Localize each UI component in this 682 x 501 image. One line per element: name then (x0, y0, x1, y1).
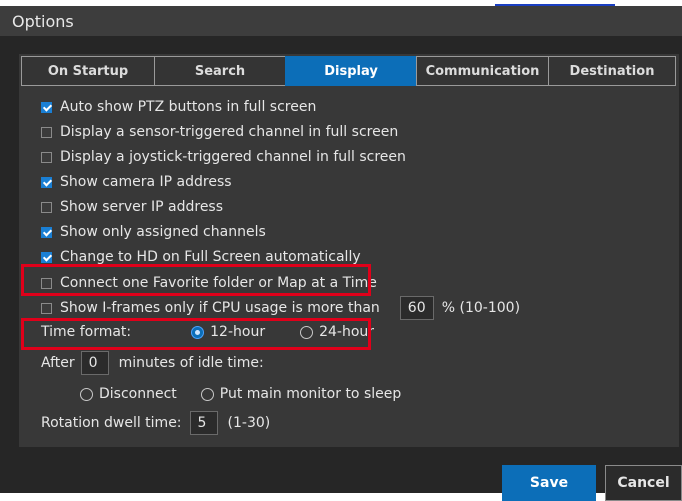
cpu-threshold-input[interactable]: 60 (399, 296, 434, 320)
option-label: Show camera IP address (60, 174, 232, 190)
radio-unselected-icon (80, 387, 93, 401)
checkbox-camera-ip[interactable] (41, 176, 52, 188)
option-label: Display a sensor-triggered channel in fu… (60, 124, 399, 140)
checkbox-joystick-channel[interactable] (41, 151, 52, 163)
checkbox-hd-fullscreen[interactable] (41, 251, 52, 263)
checkbox-server-ip[interactable] (41, 201, 52, 213)
cpu-range-label: % (10-100) (441, 300, 521, 316)
rotation-dwell-input[interactable]: 5 (189, 411, 218, 435)
rotation-row: Rotation dwell time: 5 (1-30) (41, 411, 271, 435)
save-button[interactable]: Save (502, 465, 596, 501)
tab-communication[interactable]: Communication (416, 56, 549, 86)
checkbox-iframes[interactable] (41, 302, 52, 314)
cancel-button[interactable]: Cancel (605, 465, 682, 501)
tab-destination[interactable]: Destination (548, 56, 676, 86)
dialog-title: Options (12, 12, 74, 31)
radio-unselected-icon (200, 387, 214, 401)
idle-minutes-input[interactable]: 0 (80, 351, 109, 375)
radio-label: Disconnect (99, 386, 177, 402)
idle-suffix-label: minutes of idle time: (118, 355, 264, 371)
option-row[interactable]: Show server IP address (41, 197, 223, 217)
iframes-label: Show I-frames only if CPU usage is more … (60, 300, 380, 316)
option-row[interactable]: Display a joystick-triggered channel in … (41, 147, 406, 167)
checkbox-sensor-channel[interactable] (41, 126, 52, 138)
option-label: Auto show PTZ buttons in full screen (60, 99, 317, 115)
option-row[interactable]: Display a sensor-triggered channel in fu… (41, 122, 398, 142)
tab-display[interactable]: Display (285, 56, 417, 86)
idle-row: After 0 minutes of idle time: (41, 351, 264, 375)
checkbox-assigned-channels[interactable] (41, 226, 52, 238)
highlight-box-time-format (21, 318, 371, 350)
rotation-label: Rotation dwell time: (41, 415, 182, 431)
title-bar: Options (0, 6, 682, 36)
option-row[interactable]: Show only assigned channels (41, 222, 266, 242)
tab-bar: On Startup Search Display Communication … (21, 56, 676, 86)
radio-monitor-sleep[interactable]: Put main monitor to sleep (200, 386, 402, 402)
tab-search[interactable]: Search (154, 56, 286, 86)
rotation-range-label: (1-30) (227, 415, 271, 431)
option-label: Show server IP address (60, 199, 224, 215)
option-row[interactable]: Show camera IP address (41, 172, 232, 192)
idle-action-row: Disconnect Put main monitor to sleep (80, 384, 401, 404)
option-label: Change to HD on Full Screen automaticall… (60, 249, 361, 265)
checkbox-auto-ptz[interactable] (41, 101, 52, 113)
option-row[interactable]: Auto show PTZ buttons in full screen (41, 97, 316, 117)
radio-disconnect[interactable]: Disconnect (80, 386, 177, 402)
tab-on-startup[interactable]: On Startup (21, 56, 155, 86)
iframes-row: Show I-frames only if CPU usage is more … (41, 296, 521, 320)
radio-label: Put main monitor to sleep (219, 386, 402, 402)
idle-prefix-label: After (41, 355, 75, 371)
option-label: Show only assigned channels (60, 224, 266, 240)
option-label: Display a joystick-triggered channel in … (60, 149, 406, 165)
highlight-box-favorite (21, 264, 371, 296)
